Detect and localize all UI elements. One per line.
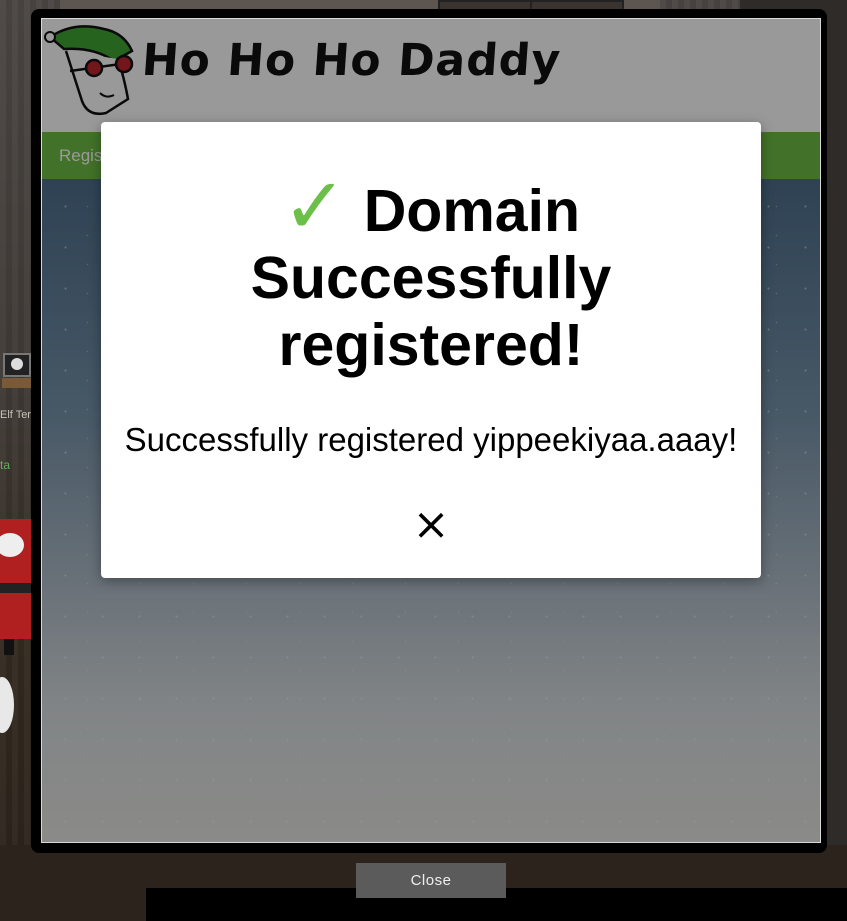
close-icon[interactable]: ×	[411, 502, 451, 548]
success-modal: ✓ Domain Successfully registered! Succes…	[101, 122, 761, 578]
close-button[interactable]: Close	[356, 863, 506, 898]
santa-link[interactable]: ta	[0, 458, 10, 472]
modal-title: ✓ Domain Successfully registered!	[101, 168, 761, 379]
modal-message: Successfully registered yippeekiyaa.aaay…	[124, 421, 738, 458]
terminal-label: Elf Ter	[0, 409, 31, 421]
check-icon: ✓	[281, 162, 348, 252]
santa-figure-icon	[0, 519, 32, 733]
computer-prop-icon	[2, 353, 32, 388]
